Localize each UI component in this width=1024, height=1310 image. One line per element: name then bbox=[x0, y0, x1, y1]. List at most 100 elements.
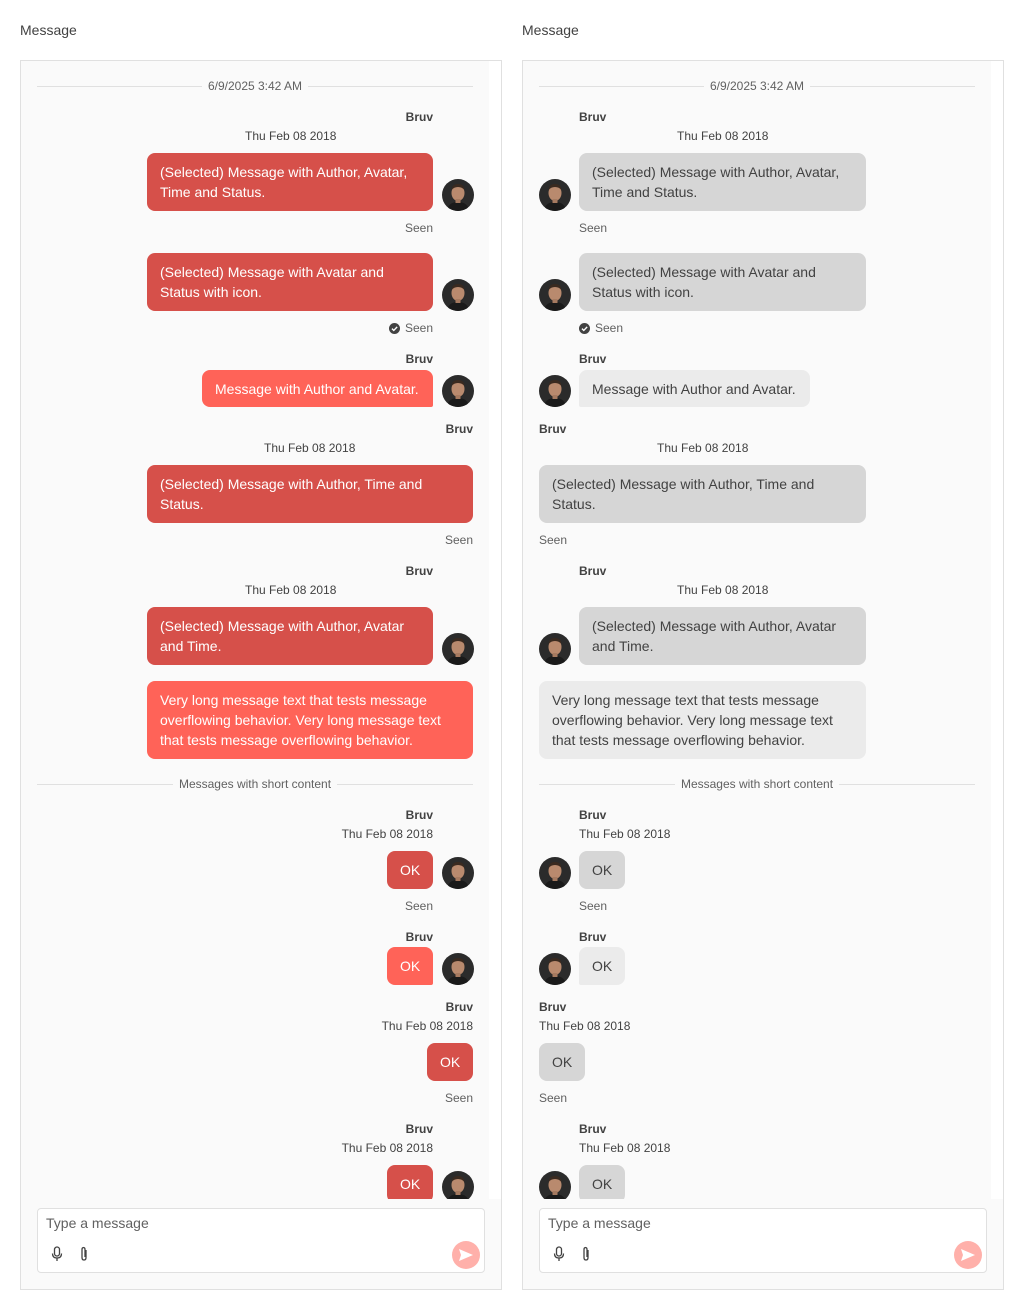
message-author: Bruv bbox=[579, 930, 607, 944]
message-status: Seen bbox=[444, 1091, 473, 1105]
message-list[interactable]: 6/9/2025 3:42 AM Bruv Thu Feb 08 2018 (S… bbox=[21, 61, 489, 1199]
check-circle-icon bbox=[388, 322, 400, 334]
message-time: Thu Feb 08 2018 bbox=[579, 1141, 671, 1155]
message-time: Thu Feb 08 2018 bbox=[341, 1141, 433, 1155]
avatar bbox=[539, 633, 571, 665]
message-bubble[interactable]: (Selected) Message with Avatar and Statu… bbox=[579, 253, 866, 311]
message-bubble[interactable]: (Selected) Message with Author, Avatar a… bbox=[579, 607, 866, 665]
send-button[interactable] bbox=[954, 1241, 982, 1269]
avatar bbox=[539, 953, 571, 985]
avatar bbox=[442, 857, 474, 889]
message-bubble[interactable]: Message with Author and Avatar. bbox=[579, 370, 810, 407]
message-author: Bruv bbox=[405, 110, 433, 124]
message-bubble[interactable]: OK bbox=[539, 1043, 585, 1081]
message-status: Seen bbox=[539, 1091, 568, 1105]
avatar bbox=[442, 953, 474, 985]
message-time: Thu Feb 08 2018 bbox=[245, 129, 337, 143]
message-input[interactable]: Type a message bbox=[46, 1215, 149, 1231]
message-status: Seen bbox=[444, 533, 473, 547]
message-author: Bruv bbox=[405, 564, 433, 578]
message-bubble[interactable]: (Selected) Message with Author, Time and… bbox=[147, 465, 473, 523]
section-separator: Messages with short content bbox=[523, 777, 991, 791]
message-status: Seen bbox=[579, 221, 608, 235]
chat-left: Message 6/9/2025 3:42 AM Bruv Thu Feb 08… bbox=[20, 0, 502, 1310]
message-bubble[interactable]: OK bbox=[579, 947, 625, 985]
section-separator: Messages with short content bbox=[21, 777, 489, 791]
message-bubble[interactable]: OK bbox=[387, 851, 433, 889]
message-bubble[interactable]: (Selected) Message with Avatar and Statu… bbox=[147, 253, 433, 311]
message-bubble[interactable]: OK bbox=[427, 1043, 473, 1081]
message-bubble[interactable]: (Selected) Message with Author, Time and… bbox=[539, 465, 866, 523]
microphone-icon[interactable] bbox=[50, 1246, 64, 1267]
avatar bbox=[539, 1171, 571, 1199]
avatar bbox=[442, 633, 474, 665]
message-time: Thu Feb 08 2018 bbox=[245, 583, 337, 597]
message-bubble[interactable]: Very long message text that tests messag… bbox=[147, 681, 473, 759]
message-bubble[interactable]: (Selected) Message with Author, Avatar a… bbox=[147, 607, 433, 665]
avatar bbox=[442, 179, 474, 211]
message-box[interactable]: Type a message bbox=[37, 1208, 485, 1273]
message-author: Bruv bbox=[405, 1122, 433, 1136]
panel-title: Message bbox=[20, 22, 77, 38]
panel-title: Message bbox=[522, 22, 579, 38]
message-bubble[interactable]: Very long message text that tests messag… bbox=[539, 681, 866, 759]
message-author: Bruv bbox=[405, 352, 433, 366]
message-author: Bruv bbox=[579, 564, 607, 578]
avatar bbox=[539, 857, 571, 889]
message-time: Thu Feb 08 2018 bbox=[341, 827, 433, 841]
message-time: Thu Feb 08 2018 bbox=[264, 441, 356, 455]
scrollbar[interactable] bbox=[489, 61, 501, 1199]
message-status: Seen bbox=[579, 321, 623, 335]
message-author: Bruv bbox=[579, 1122, 607, 1136]
avatar bbox=[442, 375, 474, 407]
message-author: Bruv bbox=[405, 808, 433, 822]
send-icon bbox=[961, 1249, 975, 1261]
scrollbar[interactable] bbox=[991, 61, 1003, 1199]
message-bubble[interactable]: (Selected) Message with Author, Avatar, … bbox=[147, 153, 433, 211]
microphone-icon[interactable] bbox=[552, 1246, 566, 1267]
message-time: Thu Feb 08 2018 bbox=[677, 129, 769, 143]
message-status: Seen bbox=[404, 221, 433, 235]
chat-right: Message 6/9/2025 3:42 AM Bruv Thu Feb 08… bbox=[522, 0, 1004, 1310]
date-separator: 6/9/2025 3:42 AM bbox=[523, 79, 991, 93]
message-status: Seen bbox=[404, 899, 433, 913]
date-separator: 6/9/2025 3:42 AM bbox=[21, 79, 489, 93]
message-box[interactable]: Type a message bbox=[539, 1208, 987, 1273]
message-input[interactable]: Type a message bbox=[548, 1215, 651, 1231]
message-bubble[interactable]: Message with Author and Avatar. bbox=[202, 370, 433, 407]
message-time: Thu Feb 08 2018 bbox=[579, 827, 671, 841]
avatar bbox=[442, 279, 474, 311]
send-icon bbox=[459, 1249, 473, 1261]
message-status: Seen bbox=[539, 533, 568, 547]
message-time: Thu Feb 08 2018 bbox=[677, 583, 769, 597]
message-bubble[interactable]: OK bbox=[387, 1165, 433, 1199]
message-author: Bruv bbox=[579, 808, 607, 822]
message-author: Bruv bbox=[445, 422, 473, 436]
message-time: Thu Feb 08 2018 bbox=[657, 441, 749, 455]
avatar bbox=[539, 179, 571, 211]
message-author: Bruv bbox=[579, 110, 607, 124]
paperclip-icon[interactable] bbox=[580, 1246, 592, 1267]
avatar bbox=[442, 1171, 474, 1199]
avatar bbox=[539, 279, 571, 311]
message-author: Bruv bbox=[539, 1000, 567, 1014]
message-author: Bruv bbox=[539, 422, 567, 436]
avatar bbox=[539, 375, 571, 407]
message-author: Bruv bbox=[445, 1000, 473, 1014]
message-list[interactable]: 6/9/2025 3:42 AM Bruv Thu Feb 08 2018 (S… bbox=[523, 61, 991, 1199]
message-status: Seen bbox=[388, 321, 433, 335]
chat-panel: 6/9/2025 3:42 AM Bruv Thu Feb 08 2018 (S… bbox=[20, 60, 502, 1290]
chat-panel: 6/9/2025 3:42 AM Bruv Thu Feb 08 2018 (S… bbox=[522, 60, 1004, 1290]
message-bubble[interactable]: (Selected) Message with Author, Avatar, … bbox=[579, 153, 866, 211]
message-status: Seen bbox=[579, 899, 608, 913]
message-author: Bruv bbox=[405, 930, 433, 944]
check-circle-icon bbox=[579, 322, 590, 334]
message-author: Bruv bbox=[579, 352, 607, 366]
message-bubble[interactable]: OK bbox=[387, 947, 433, 985]
message-time: Thu Feb 08 2018 bbox=[381, 1019, 473, 1033]
message-bubble[interactable]: OK bbox=[579, 851, 625, 889]
paperclip-icon[interactable] bbox=[78, 1246, 90, 1267]
send-button[interactable] bbox=[452, 1241, 480, 1269]
message-time: Thu Feb 08 2018 bbox=[539, 1019, 631, 1033]
message-bubble[interactable]: OK bbox=[579, 1165, 625, 1199]
